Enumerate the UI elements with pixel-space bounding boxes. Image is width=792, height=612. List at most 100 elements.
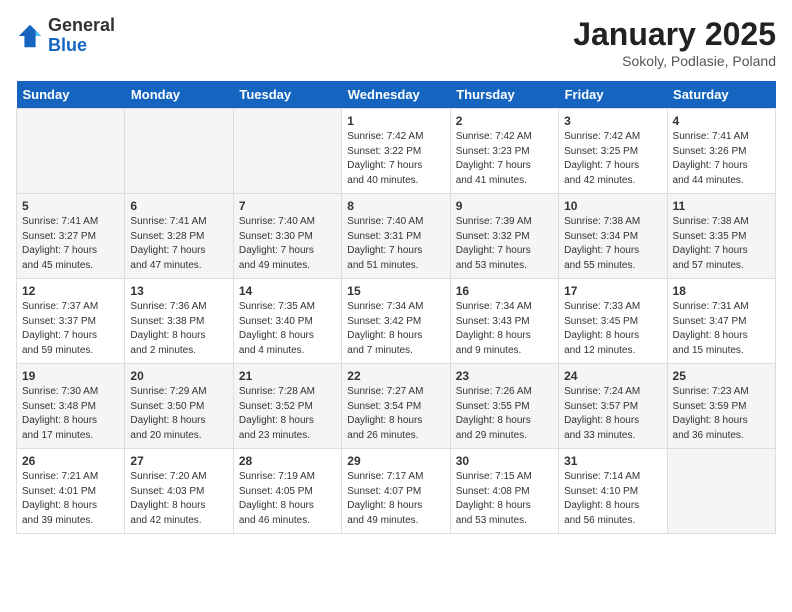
header-cell-friday: Friday (559, 81, 667, 109)
day-number: 6 (130, 199, 227, 213)
day-number: 8 (347, 199, 444, 213)
day-number: 11 (673, 199, 770, 213)
calendar-cell: 18Sunrise: 7:31 AMSunset: 3:47 PMDayligh… (667, 279, 775, 364)
cell-text: Sunrise: 7:14 AMSunset: 4:10 PMDaylight:… (564, 470, 661, 528)
week-row-4: 19 Sunrise: 7:30 AMSunset: 3:48 PMDayligh… (17, 364, 776, 449)
day-number: 26 (22, 454, 119, 468)
calendar-cell: 7 Sunrise: 7:40 AMSunset: 3:30 PMDaylight… (233, 194, 341, 279)
cell-text: Sunrise: 7:26 AMSunset: 3:55 PMDaylight:… (456, 385, 553, 443)
day-number: 28 (239, 454, 336, 468)
calendar-cell: 2 Sunrise: 7:42 AMSunset: 3:23 PMDaylight… (450, 109, 558, 194)
calendar-cell: 15 Sunrise: 7:34 AMSunset: 3:42 PMDayligh… (342, 279, 450, 364)
calendar-cell (233, 109, 341, 194)
calendar-cell: 11 Sunrise: 7:38 AMSunset: 3:35 PMDayligh… (667, 194, 775, 279)
header-cell-thursday: Thursday (450, 81, 558, 109)
cell-text: Sunrise: 7:36 AMSunset: 3:38 PMDaylight:… (130, 300, 227, 358)
calendar-table: SundayMondayTuesdayWednesdayThursdayFrid… (16, 81, 776, 534)
day-number: 27 (130, 454, 227, 468)
calendar-cell: 1Sunrise: 7:42 AMSunset: 3:22 PMDaylight… (342, 109, 450, 194)
logo: General Blue (16, 16, 115, 56)
day-number: 31 (564, 454, 661, 468)
calendar-cell: 17 Sunrise: 7:33 AMSunset: 3:45 PMDayligh… (559, 279, 667, 364)
day-number: 23 (456, 369, 553, 383)
day-number: 22 (347, 369, 444, 383)
day-number: 21 (239, 369, 336, 383)
day-number: 7 (239, 199, 336, 213)
cell-text: Sunrise: 7:42 AMSunset: 3:23 PMDaylight:… (456, 130, 553, 188)
calendar-cell: 25 Sunrise: 7:23 AMSunset: 3:59 PMDayligh… (667, 364, 775, 449)
logo-text: General Blue (48, 16, 115, 56)
cell-text: Sunrise: 7:41 AMSunset: 3:27 PMDaylight:… (22, 215, 119, 273)
calendar-cell: 28Sunrise: 7:19 AMSunset: 4:05 PMDayligh… (233, 449, 341, 534)
calendar-cell: 8Sunrise: 7:40 AMSunset: 3:31 PMDaylight… (342, 194, 450, 279)
calendar-header: SundayMondayTuesdayWednesdayThursdayFrid… (17, 81, 776, 109)
day-number: 2 (456, 114, 553, 128)
calendar-cell (17, 109, 125, 194)
header-cell-tuesday: Tuesday (233, 81, 341, 109)
header-cell-saturday: Saturday (667, 81, 775, 109)
day-number: 20 (130, 369, 227, 383)
cell-text: Sunrise: 7:33 AMSunset: 3:45 PMDaylight:… (564, 300, 661, 358)
cell-text: Sunrise: 7:29 AMSunset: 3:50 PMDaylight:… (130, 385, 227, 443)
calendar-body: 1Sunrise: 7:42 AMSunset: 3:22 PMDaylight… (17, 109, 776, 534)
week-row-2: 5 Sunrise: 7:41 AMSunset: 3:27 PMDaylight… (17, 194, 776, 279)
cell-text: Sunrise: 7:41 AMSunset: 3:28 PMDaylight:… (130, 215, 227, 273)
day-number: 30 (456, 454, 553, 468)
cell-text: Sunrise: 7:34 AMSunset: 3:43 PMDaylight:… (456, 300, 553, 358)
cell-text: Sunrise: 7:27 AMSunset: 3:54 PMDaylight:… (347, 385, 444, 443)
day-number: 19 (22, 369, 119, 383)
day-number: 16 (456, 284, 553, 298)
cell-text: Sunrise: 7:23 AMSunset: 3:59 PMDaylight:… (673, 385, 770, 443)
calendar-cell: 21 Sunrise: 7:28 AMSunset: 3:52 PMDayligh… (233, 364, 341, 449)
day-number: 5 (22, 199, 119, 213)
cell-text: Sunrise: 7:34 AMSunset: 3:42 PMDaylight:… (347, 300, 444, 358)
day-number: 29 (347, 454, 444, 468)
week-row-3: 12 Sunrise: 7:37 AMSunset: 3:37 PMDayligh… (17, 279, 776, 364)
location-text: Sokoly, Podlasie, Poland (573, 53, 776, 69)
cell-text: Sunrise: 7:21 AMSunset: 4:01 PMDaylight:… (22, 470, 119, 528)
day-number: 3 (564, 114, 661, 128)
calendar-cell: 6 Sunrise: 7:41 AMSunset: 3:28 PMDaylight… (125, 194, 233, 279)
calendar-cell: 27Sunrise: 7:20 AMSunset: 4:03 PMDayligh… (125, 449, 233, 534)
calendar-cell: 31 Sunrise: 7:14 AMSunset: 4:10 PMDayligh… (559, 449, 667, 534)
cell-text: Sunrise: 7:42 AMSunset: 3:25 PMDaylight:… (564, 130, 661, 188)
cell-text: Sunrise: 7:28 AMSunset: 3:52 PMDaylight:… (239, 385, 336, 443)
calendar-cell (667, 449, 775, 534)
cell-text: Sunrise: 7:41 AMSunset: 3:26 PMDaylight:… (673, 130, 770, 188)
day-number: 24 (564, 369, 661, 383)
logo-general-text: General (48, 16, 115, 36)
calendar-cell: 10Sunrise: 7:38 AMSunset: 3:34 PMDayligh… (559, 194, 667, 279)
month-title: January 2025 (573, 16, 776, 53)
calendar-cell: 14Sunrise: 7:35 AMSunset: 3:40 PMDayligh… (233, 279, 341, 364)
cell-text: Sunrise: 7:40 AMSunset: 3:30 PMDaylight:… (239, 215, 336, 273)
day-number: 15 (347, 284, 444, 298)
day-number: 14 (239, 284, 336, 298)
day-number: 12 (22, 284, 119, 298)
day-number: 4 (673, 114, 770, 128)
calendar-cell: 13 Sunrise: 7:36 AMSunset: 3:38 PMDayligh… (125, 279, 233, 364)
logo-blue-text: Blue (48, 36, 115, 56)
title-area: January 2025 Sokoly, Podlasie, Poland (573, 16, 776, 69)
cell-text: Sunrise: 7:30 AMSunset: 3:48 PMDaylight:… (22, 385, 119, 443)
header-cell-monday: Monday (125, 81, 233, 109)
calendar-cell: 5 Sunrise: 7:41 AMSunset: 3:27 PMDaylight… (17, 194, 125, 279)
calendar-cell (125, 109, 233, 194)
calendar-cell: 3 Sunrise: 7:42 AMSunset: 3:25 PMDaylight… (559, 109, 667, 194)
day-number: 25 (673, 369, 770, 383)
calendar-cell: 23 Sunrise: 7:26 AMSunset: 3:55 PMDayligh… (450, 364, 558, 449)
calendar-cell: 19 Sunrise: 7:30 AMSunset: 3:48 PMDayligh… (17, 364, 125, 449)
header-cell-sunday: Sunday (17, 81, 125, 109)
cell-text: Sunrise: 7:24 AMSunset: 3:57 PMDaylight:… (564, 385, 661, 443)
day-number: 18 (673, 284, 770, 298)
calendar-cell: 4 Sunrise: 7:41 AMSunset: 3:26 PMDaylight… (667, 109, 775, 194)
calendar-cell: 20 Sunrise: 7:29 AMSunset: 3:50 PMDayligh… (125, 364, 233, 449)
day-number: 1 (347, 114, 444, 128)
cell-text: Sunrise: 7:17 AMSunset: 4:07 PMDaylight:… (347, 470, 444, 528)
day-number: 13 (130, 284, 227, 298)
cell-text: Sunrise: 7:38 AMSunset: 3:35 PMDaylight:… (673, 215, 770, 273)
calendar-cell: 30Sunrise: 7:15 AMSunset: 4:08 PMDayligh… (450, 449, 558, 534)
cell-text: Sunrise: 7:37 AMSunset: 3:37 PMDaylight:… (22, 300, 119, 358)
calendar-cell: 26 Sunrise: 7:21 AMSunset: 4:01 PMDayligh… (17, 449, 125, 534)
day-number: 17 (564, 284, 661, 298)
calendar-cell: 9Sunrise: 7:39 AMSunset: 3:32 PMDaylight… (450, 194, 558, 279)
